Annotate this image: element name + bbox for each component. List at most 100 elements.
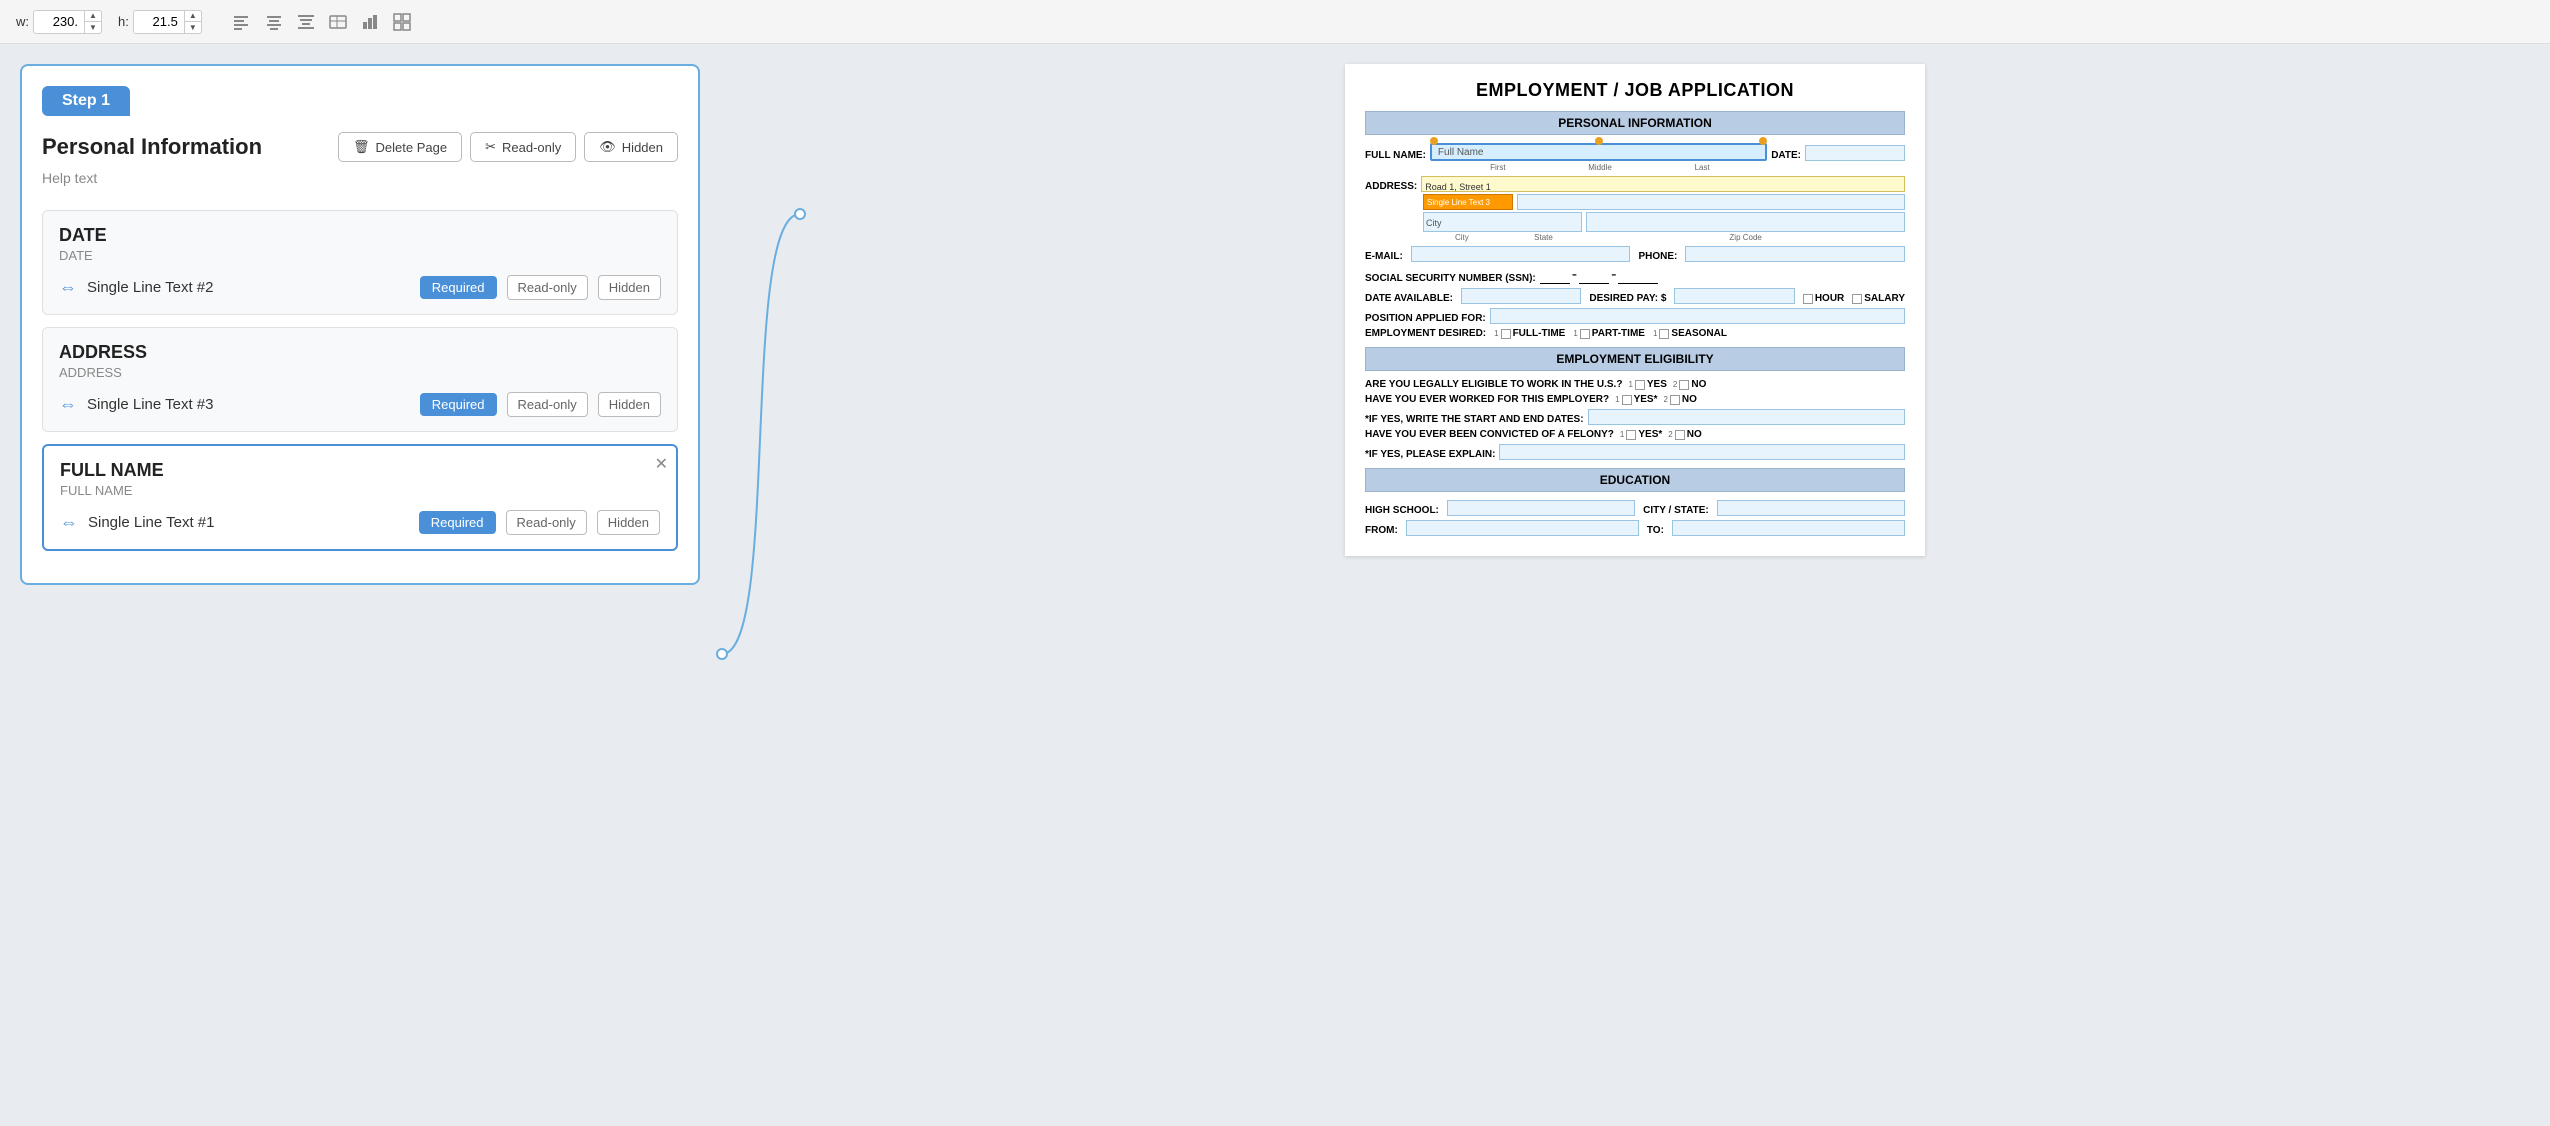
- step-badge: Step 1: [42, 86, 130, 116]
- required-badge-address[interactable]: Required: [420, 393, 497, 416]
- high-school-field[interactable]: [1447, 500, 1635, 516]
- email-field[interactable]: [1411, 246, 1631, 262]
- no-label: NO: [1691, 379, 1706, 390]
- distribute-icon[interactable]: [294, 10, 318, 34]
- width-input-group[interactable]: ▲ ▼: [33, 10, 102, 34]
- hidden-badge-date[interactable]: Hidden: [598, 275, 661, 300]
- table-icon[interactable]: [326, 10, 350, 34]
- delete-page-button[interactable]: 🗑 Delete Page: [338, 132, 462, 162]
- city-col: City City State: [1423, 212, 1582, 242]
- required-badge-fullname[interactable]: Required: [419, 511, 496, 534]
- hidden-badge-fullname[interactable]: Hidden: [597, 510, 660, 535]
- align-center-icon[interactable]: [262, 10, 286, 34]
- ssn-part2[interactable]: [1579, 270, 1609, 284]
- start-end-field[interactable]: [1588, 409, 1905, 425]
- to-label: TO:: [1647, 525, 1664, 536]
- explain-field[interactable]: [1499, 444, 1905, 460]
- readonly-badge-fullname[interactable]: Read-only: [506, 510, 587, 535]
- start-end-row: *IF YES, WRITE THE START AND END DATES:: [1365, 409, 1905, 425]
- height-up-arrow[interactable]: ▲: [185, 11, 201, 22]
- phone-field[interactable]: [1685, 246, 1905, 262]
- position-field[interactable]: [1490, 308, 1905, 324]
- toolbar: w: ▲ ▼ h: ▲ ▼: [0, 0, 2550, 44]
- help-text: Help text: [42, 170, 678, 186]
- fulltime-checkbox[interactable]: [1501, 329, 1511, 339]
- hour-checkbox[interactable]: [1803, 294, 1813, 304]
- city-sublabel: City: [1423, 233, 1501, 242]
- hidden-button[interactable]: 👁 Hidden: [584, 132, 678, 162]
- date-available-label: DATE AVAILABLE:: [1365, 293, 1453, 304]
- zip-col: Zip Code: [1586, 212, 1905, 242]
- readonly-badge-address[interactable]: Read-only: [507, 392, 588, 417]
- single-line-text3-field[interactable]: Single Line Text 3: [1423, 194, 1513, 210]
- worked-no-checkbox[interactable]: [1670, 395, 1680, 405]
- field-row-address: ⇔ Single Line Text #3 Required Read-only…: [59, 392, 661, 417]
- road-field[interactable]: Road 1, Street 1: [1421, 176, 1905, 192]
- eligible-no-checkbox[interactable]: [1679, 380, 1689, 390]
- align-left-icon[interactable]: [230, 10, 254, 34]
- eligible-yes-checkbox[interactable]: [1635, 380, 1645, 390]
- hidden-icon: 👁: [599, 139, 616, 155]
- field-row-fullname: ⇔ Single Line Text #1 Required Read-only…: [60, 510, 660, 535]
- yes-label: YES: [1647, 379, 1667, 390]
- grid-icon[interactable]: [390, 10, 414, 34]
- ssn-part1[interactable]: [1540, 270, 1570, 284]
- close-button-fullname[interactable]: ✕: [655, 454, 668, 474]
- fullname-section: FULL NAME: Full Name DATE:: [1365, 143, 1905, 172]
- email-phone-row: E-MAIL: PHONE:: [1365, 246, 1905, 262]
- required-badge-date[interactable]: Required: [420, 276, 497, 299]
- width-label: w:: [16, 14, 29, 29]
- to-field[interactable]: [1672, 520, 1905, 536]
- field-card-fullname: ✕ FULL NAME FULL NAME ⇔ Single Line Text…: [42, 444, 678, 551]
- height-input[interactable]: [134, 12, 184, 31]
- field-title-fullname: FULL NAME: [60, 460, 660, 481]
- from-label: FROM:: [1365, 525, 1398, 536]
- address-row3: City City State Zip Code: [1365, 212, 1905, 242]
- fullname-label: FULL NAME:: [1365, 150, 1426, 161]
- desired-pay-field[interactable]: [1674, 288, 1794, 304]
- field-name-address: Single Line Text #3: [87, 396, 410, 413]
- readonly-badge-date[interactable]: Read-only: [507, 275, 588, 300]
- worked-yes-checkbox[interactable]: [1622, 395, 1632, 405]
- hidden-badge-address[interactable]: Hidden: [598, 392, 661, 417]
- width-spinners[interactable]: ▲ ▼: [84, 11, 101, 33]
- zip-field[interactable]: [1586, 212, 1905, 232]
- apt-field[interactable]: [1517, 194, 1905, 210]
- height-down-arrow[interactable]: ▼: [185, 22, 201, 33]
- parttime-checkbox[interactable]: [1580, 329, 1590, 339]
- address-section: ADDRESS: Road 1, Street 1 Single Line Te…: [1365, 176, 1905, 242]
- felony-no-checkbox[interactable]: [1675, 430, 1685, 440]
- read-only-button[interactable]: ✂ Read-only: [470, 132, 576, 162]
- fullname-placeholder: Full Name: [1438, 147, 1484, 158]
- field-title-address: ADDRESS: [59, 342, 661, 363]
- ssn-row: SOCIAL SECURITY NUMBER (SSN): - -: [1365, 266, 1905, 284]
- ssn-part3[interactable]: [1618, 270, 1658, 284]
- section-education: EDUCATION: [1365, 468, 1905, 492]
- fullname-input[interactable]: Full Name: [1430, 143, 1767, 161]
- height-input-group[interactable]: ▲ ▼: [133, 10, 202, 34]
- explain-label: *IF YES, PLEASE EXPLAIN:: [1365, 449, 1495, 460]
- width-down-arrow[interactable]: ▼: [85, 22, 101, 33]
- field-card-date: DATE DATE ⇔ Single Line Text #2 Required…: [42, 210, 678, 315]
- felony-no-label: NO: [1687, 429, 1702, 440]
- position-label: POSITION APPLIED FOR:: [1365, 313, 1486, 324]
- city-state-field[interactable]: [1717, 500, 1905, 516]
- height-spinners[interactable]: ▲ ▼: [184, 11, 201, 33]
- city-state-label: CITY / STATE:: [1643, 505, 1709, 516]
- city-field[interactable]: City: [1423, 212, 1582, 232]
- width-up-arrow[interactable]: ▲: [85, 11, 101, 22]
- width-input[interactable]: [34, 12, 84, 31]
- fullname-field-container: Full Name: [1430, 143, 1767, 161]
- height-control: h: ▲ ▼: [118, 10, 202, 34]
- date-available-field[interactable]: [1461, 288, 1581, 304]
- name-sublabels: First Middle Last: [1365, 163, 1905, 172]
- field-icon-fullname: ⇔: [60, 512, 78, 533]
- felony-yes-checkbox[interactable]: [1626, 430, 1636, 440]
- from-field[interactable]: [1406, 520, 1639, 536]
- chart-icon[interactable]: [358, 10, 382, 34]
- field-row-date: ⇔ Single Line Text #2 Required Read-only…: [59, 275, 661, 300]
- date-input[interactable]: [1805, 145, 1905, 161]
- seasonal-checkbox[interactable]: [1659, 329, 1669, 339]
- salary-checkbox[interactable]: [1852, 294, 1862, 304]
- felony-yes-label: YES*: [1638, 429, 1662, 440]
